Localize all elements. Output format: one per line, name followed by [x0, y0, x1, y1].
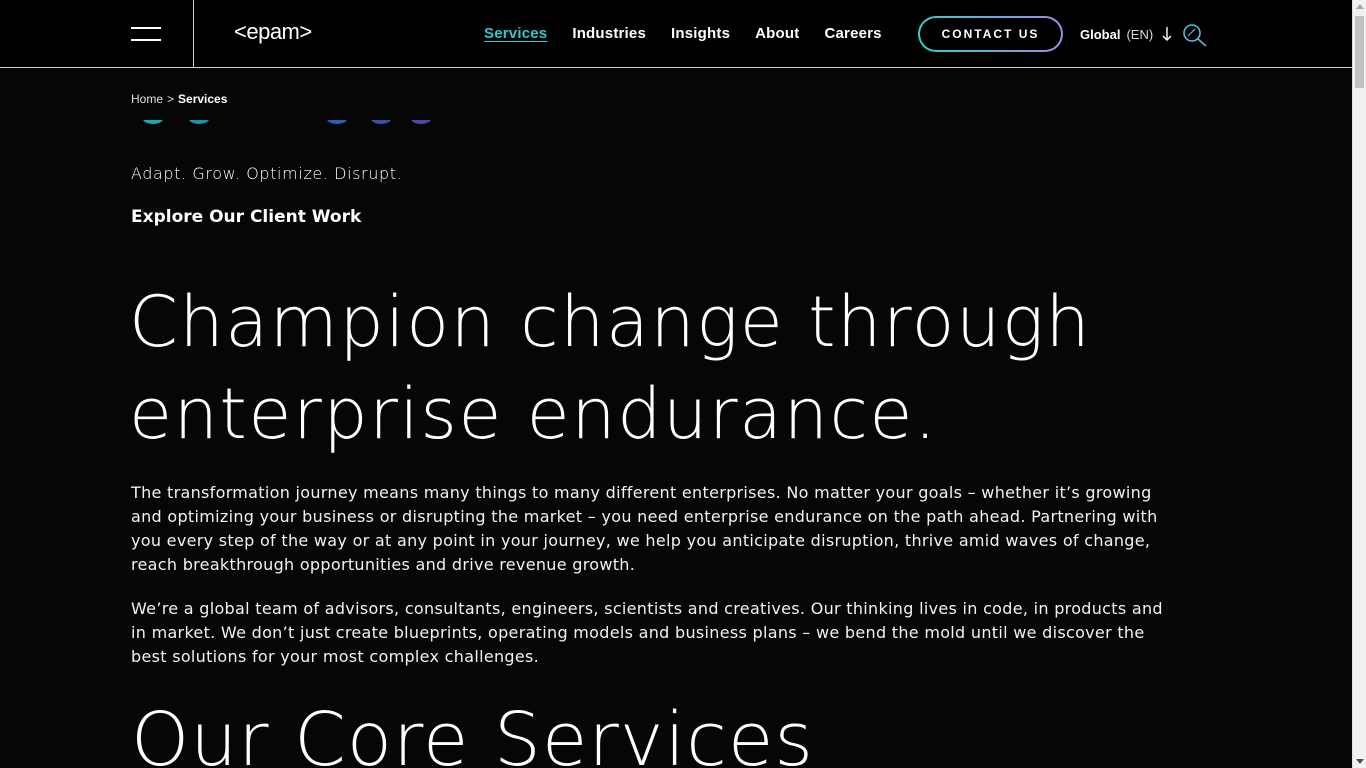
language-code: (EN) [1126, 26, 1154, 42]
nav-item-services[interactable]: Services [484, 25, 547, 42]
tagline: Adapt. Grow. Optimize. Disrupt. [131, 164, 403, 183]
nav-item-about[interactable]: About [755, 25, 799, 42]
nav-item-careers[interactable]: Careers [824, 25, 881, 42]
search-icon[interactable] [1182, 23, 1208, 47]
nav-item-industries[interactable]: Industries [572, 25, 646, 42]
decorative-shape [327, 120, 347, 124]
scroll-up-arrow-icon[interactable] [1356, 4, 1364, 9]
hero-title-line: enterprise endurance. [129, 373, 938, 455]
page: <epam> Services Industries Insights Abou… [0, 0, 1366, 768]
nav-item-insights[interactable]: Insights [671, 25, 730, 42]
explore-client-work-link[interactable]: Explore Our Client Work [131, 207, 361, 227]
menu-icon-line [131, 27, 161, 29]
decorative-shape [411, 120, 431, 124]
breadcrumb: Home > Services [131, 92, 227, 106]
menu-icon[interactable] [131, 27, 163, 43]
page-scrollbar[interactable] [1352, 0, 1366, 768]
team-paragraph: We’re a global team of advisors, consult… [131, 599, 1163, 666]
language-region: Global [1080, 26, 1121, 42]
hero-title: Champion change through enterprise endur… [129, 276, 1229, 460]
intro-paragraph: The transformation journey means many th… [131, 483, 1158, 574]
decorative-shape [371, 120, 391, 124]
contact-us-button[interactable]: CONTACT US [918, 16, 1063, 52]
site-header: <epam> Services Industries Insights Abou… [0, 0, 1352, 68]
scroll-down-arrow-icon[interactable] [1356, 759, 1364, 764]
core-services-title: Our Core Services [131, 697, 814, 768]
breadcrumb-separator: > [167, 92, 175, 106]
decorative-shape [189, 120, 209, 124]
language-selector[interactable]: Global (EN) [1080, 26, 1173, 42]
breadcrumb-home-link[interactable]: Home [131, 92, 163, 106]
decorative-shapes [131, 120, 451, 126]
menu-icon-line [131, 39, 161, 41]
epam-logo[interactable]: <epam> [234, 19, 312, 45]
scrollbar-thumb[interactable] [1355, 16, 1364, 88]
arrow-down-icon [1162, 27, 1172, 41]
breadcrumb-current: Services [178, 92, 228, 106]
header-divider [193, 0, 194, 67]
decorative-shape [143, 120, 163, 124]
hero-title-line: Champion change through [129, 281, 1092, 363]
main-nav: Services Industries Insights About Caree… [484, 25, 907, 42]
